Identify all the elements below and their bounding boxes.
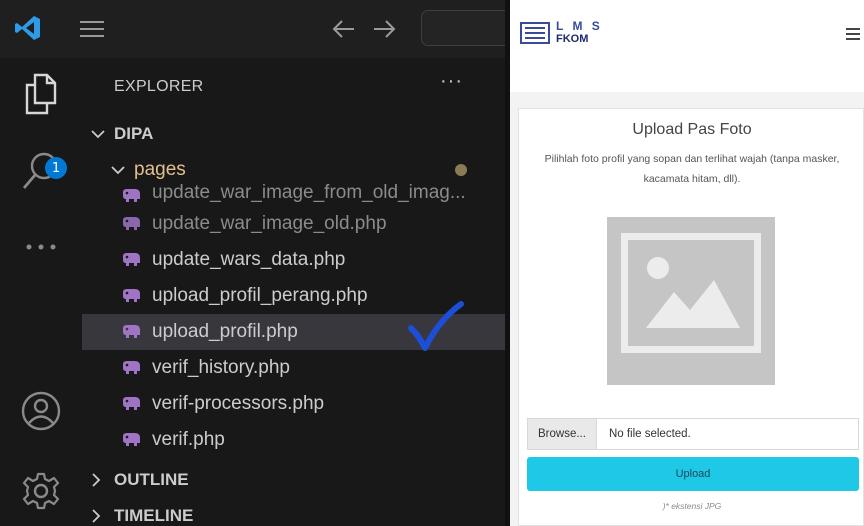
- explorer-title: EXPLORER: [114, 78, 204, 95]
- php-elephant-icon: [123, 289, 140, 302]
- search-icon[interactable]: [0, 150, 82, 192]
- files-icon[interactable]: [0, 72, 82, 116]
- file-label: verif_history.php: [152, 357, 290, 378]
- explorer-badge: 1: [45, 157, 67, 179]
- command-center[interactable]: [421, 10, 505, 46]
- menu-icon[interactable]: [80, 20, 104, 43]
- image-placeholder-icon: [607, 217, 775, 385]
- folder-root[interactable]: DIPA: [82, 116, 505, 152]
- hamburger-menu-icon[interactable]: [846, 26, 860, 47]
- php-elephant-icon: [123, 433, 140, 446]
- file-item[interactable]: verif.php: [82, 422, 505, 458]
- section-timeline[interactable]: TIMELINE: [82, 498, 505, 526]
- section-timeline-label: TIMELINE: [114, 506, 194, 525]
- file-input[interactable]: Browse... No file selected.: [527, 418, 859, 450]
- file-item[interactable]: update_war_image_from_old_imag...: [82, 182, 505, 204]
- php-elephant-icon: [123, 397, 140, 410]
- file-label: upload_profil.php: [152, 321, 298, 342]
- php-elephant-icon: [123, 253, 140, 266]
- file-status: No file selected.: [608, 428, 691, 440]
- php-elephant-icon: [123, 189, 140, 202]
- file-label: upload_profil_perang.php: [152, 285, 368, 306]
- upload-title: Upload Pas Foto: [632, 121, 752, 138]
- vscode-window: 1 EXPLORER ··· DIPA pages update_war_ima…: [0, 0, 505, 526]
- upload-description: Pilihlah foto profil yang sopan dan terl…: [544, 153, 840, 185]
- extension-note: )* ekstensi JPG: [662, 501, 722, 511]
- section-outline-label: OUTLINE: [114, 470, 189, 489]
- php-elephant-icon: [123, 361, 140, 374]
- settings-gear-icon[interactable]: [0, 470, 82, 512]
- vscode-logo-icon[interactable]: [14, 14, 42, 47]
- logo-text-lms: L M S: [556, 19, 603, 33]
- chevron-down-icon: [90, 128, 110, 140]
- php-elephant-icon: [123, 325, 140, 338]
- explorer-more-button[interactable]: ···: [440, 70, 463, 93]
- more-icon[interactable]: [0, 242, 82, 252]
- file-label: update_war_image_from_old_imag...: [152, 182, 466, 203]
- arrow-left-icon[interactable]: [330, 17, 356, 46]
- lms-logo-icon: [520, 22, 550, 44]
- logo-text-fkom: FKOM: [556, 33, 589, 45]
- file-item[interactable]: verif-processors.php: [82, 386, 505, 422]
- explorer-sidebar: EXPLORER ··· DIPA pages update_war_image…: [82, 58, 505, 526]
- file-label: update_war_image_old.php: [152, 213, 387, 234]
- upload-button[interactable]: Upload: [527, 457, 859, 491]
- lms-logo[interactable]: L M S FKOM: [520, 20, 603, 46]
- browse-button[interactable]: Browse...: [528, 419, 597, 449]
- activity-bar: 1: [0, 58, 82, 526]
- file-label: update_wars_data.php: [152, 249, 346, 270]
- folder-root-label: DIPA: [114, 124, 154, 143]
- section-outline[interactable]: OUTLINE: [82, 462, 505, 498]
- title-bar: [0, 0, 505, 58]
- chevron-right-icon: [90, 472, 110, 488]
- chevron-down-icon: [110, 164, 126, 176]
- modified-dot: [455, 164, 467, 176]
- file-label: verif-processors.php: [152, 393, 325, 414]
- upload-card: Upload Pas Foto Pilihlah foto profil yan…: [518, 108, 864, 526]
- folder-pages-label: pages: [134, 159, 186, 180]
- file-item[interactable]: update_wars_data.php: [82, 242, 505, 278]
- account-icon[interactable]: [0, 390, 82, 432]
- arrow-right-icon[interactable]: [372, 17, 398, 46]
- php-elephant-icon: [123, 217, 140, 230]
- browser-page: L M S FKOM Upload Pas Foto Pilihlah foto…: [510, 0, 864, 526]
- file-label: verif.php: [152, 429, 225, 450]
- chevron-right-icon: [90, 508, 110, 524]
- file-item[interactable]: update_war_image_old.php: [82, 206, 505, 242]
- checkmark-icon: [405, 298, 467, 361]
